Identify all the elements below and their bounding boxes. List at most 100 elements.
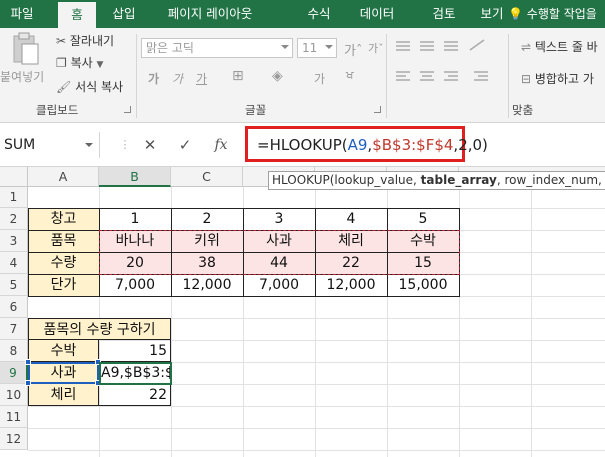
border-icon[interactable]: ⊞: [232, 68, 244, 84]
gridline: [28, 428, 605, 429]
lightbulb-icon: 💡: [508, 7, 523, 21]
merge-center-button[interactable]: ⊟ 병합하고 가: [521, 70, 594, 87]
row-header-5[interactable]: 5: [0, 274, 28, 296]
range-reference-highlight: [99, 230, 460, 275]
row-header-11[interactable]: 11: [0, 406, 28, 428]
font-size-select[interactable]: 11: [297, 38, 337, 58]
group-label-font: 글꼴: [245, 103, 267, 117]
formula-ref-range: $B$3:$F$4: [372, 136, 454, 154]
row-header-6[interactable]: 6: [0, 296, 28, 318]
formula-highlight[interactable]: =HLOOKUP(A9,$B$3:$F$4,2,0): [245, 126, 488, 162]
shrink-font-icon[interactable]: 가ˇ: [368, 40, 384, 56]
group-label-alignment: 맞춤: [512, 103, 534, 117]
font-name-select[interactable]: 맑은 고딕: [141, 38, 293, 58]
merge-icon: ⊟: [521, 72, 532, 86]
format-painter-label: 서식 복사: [75, 80, 124, 94]
wrap-text-label: 텍스트 줄 바: [534, 40, 598, 54]
lookup-item-value[interactable]: 15: [99, 340, 171, 362]
font-name-value: 맑은 고딕: [146, 41, 194, 55]
row-header-1[interactable]: 1: [0, 187, 28, 208]
group-label-clipboard: 클립보드: [36, 103, 79, 117]
tooltip-arg-lookup-value[interactable]: lookup_value: [334, 173, 413, 187]
italic-icon[interactable]: 가: [172, 70, 183, 87]
copy-button[interactable]: ❐ 복사 ▼: [56, 54, 103, 71]
font-size-value: 11: [302, 41, 318, 55]
row-header-4[interactable]: 4: [0, 252, 28, 274]
select-all-corner[interactable]: [0, 167, 28, 187]
paste-icon[interactable]: [10, 32, 40, 66]
fill-color-icon[interactable]: ◈: [272, 68, 283, 84]
tell-me-box[interactable]: 💡 수행할 작업을: [508, 0, 597, 28]
lookup-title[interactable]: 품목의 수량 구하기: [28, 318, 171, 340]
cut-button[interactable]: ✂ 잘라내기: [56, 32, 114, 49]
row-header-2[interactable]: 2: [0, 208, 28, 230]
gridline: [531, 187, 532, 457]
cancel-icon[interactable]: ✕: [137, 132, 163, 158]
column-header-b[interactable]: B: [99, 167, 171, 187]
tab-home[interactable]: 홈: [58, 2, 96, 28]
column-header-a[interactable]: A: [28, 167, 99, 187]
gridline: [28, 406, 605, 407]
active-cell-border: [99, 362, 172, 385]
alignment-icons[interactable]: [394, 38, 494, 98]
tab-insert[interactable]: 삽입: [102, 0, 146, 28]
copy-icon: ❐: [56, 56, 67, 70]
lookup-item-name[interactable]: 수박: [28, 340, 99, 362]
row-header-8[interactable]: 8: [0, 340, 28, 362]
formula-args: ,2,0): [453, 136, 488, 154]
formula-function: =HLOOKUP(: [257, 136, 348, 154]
name-box[interactable]: SUM: [0, 132, 100, 158]
cell-reference-highlight: [28, 362, 99, 384]
formula-input[interactable]: =HLOOKUP(A9,$B$3:$F$4,2,0): [257, 135, 488, 155]
tab-page-layout[interactable]: 페이지 레이아웃: [150, 0, 270, 28]
row-header-9[interactable]: 9: [0, 362, 28, 384]
tell-me-text: 수행할 작업을: [526, 7, 597, 21]
row-header-3[interactable]: 3: [0, 230, 28, 252]
tab-formulas[interactable]: 수식: [298, 0, 340, 28]
clipboard-launcher-icon[interactable]: [124, 106, 131, 113]
font-color-icon[interactable]: 가: [314, 70, 325, 87]
merge-label: 병합하고 가: [534, 72, 594, 86]
divider: [136, 34, 137, 118]
tooltip-function[interactable]: HLOOKUP(: [272, 173, 334, 187]
tooltip-arg-table-array[interactable]: table_array: [421, 173, 497, 187]
formula-bar: SUM ⋮ ✕ ✓ fx =HLOOKUP(A9,$B$3:$F$4,2,0): [0, 123, 605, 167]
bold-icon[interactable]: 가: [148, 70, 159, 87]
lookup-item-name[interactable]: 체리: [28, 384, 99, 406]
gridline: [28, 450, 605, 451]
underline-icon[interactable]: 가: [196, 70, 207, 87]
wrap-text-button[interactable]: ⇌ 텍스트 줄 바: [521, 38, 598, 55]
row-header-10[interactable]: 10: [0, 384, 28, 406]
scissors-icon: ✂: [56, 34, 67, 48]
enter-icon[interactable]: ✓: [172, 132, 198, 158]
phonetic-icon[interactable]: ਖ: [346, 68, 354, 83]
worksheet-grid[interactable]: A B C D E F 1 2 3 4 5 6 7 8 9 10 11 12 창…: [0, 167, 605, 457]
lookup-item-value[interactable]: 22: [99, 384, 171, 406]
divider: [508, 34, 509, 118]
wrap-text-icon: ⇌: [521, 40, 532, 54]
chevron-down-icon: ▼: [96, 60, 104, 70]
tooltip-sep: ,: [413, 173, 421, 187]
cut-label: 잘라내기: [69, 34, 115, 48]
row-header-12[interactable]: 12: [0, 428, 28, 450]
tooltip-rest: , row_index_num, [range: [496, 173, 605, 187]
paintbrush-icon: 🖌: [56, 80, 72, 94]
ribbon-home: 붙여넣기 ✂ 잘라내기 ❐ 복사 ▼ 🖌 서식 복사 클립보드 맑은 고딕 11…: [0, 28, 605, 123]
tab-data[interactable]: 데이터: [349, 0, 405, 28]
paste-button[interactable]: 붙여넣기: [0, 68, 44, 85]
font-launcher-icon[interactable]: [374, 106, 381, 113]
tab-file[interactable]: 파일: [2, 0, 42, 28]
tab-review[interactable]: 검토: [422, 0, 466, 28]
format-painter-button[interactable]: 🖌 서식 복사: [56, 78, 123, 95]
insert-function-icon[interactable]: fx: [208, 132, 234, 158]
function-tooltip: HLOOKUP(lookup_value, table_array, row_i…: [268, 171, 605, 190]
divider: [386, 34, 387, 118]
row-header-7[interactable]: 7: [0, 318, 28, 340]
formula-ref-a9: A9: [347, 136, 368, 154]
more-icon: ⋮: [119, 138, 131, 151]
ref-handle: [25, 359, 31, 365]
name-box-value: SUM: [4, 137, 36, 153]
column-header-c[interactable]: C: [171, 167, 243, 187]
grow-font-icon[interactable]: 가ˆ: [344, 40, 362, 59]
ref-handle: [25, 380, 31, 386]
